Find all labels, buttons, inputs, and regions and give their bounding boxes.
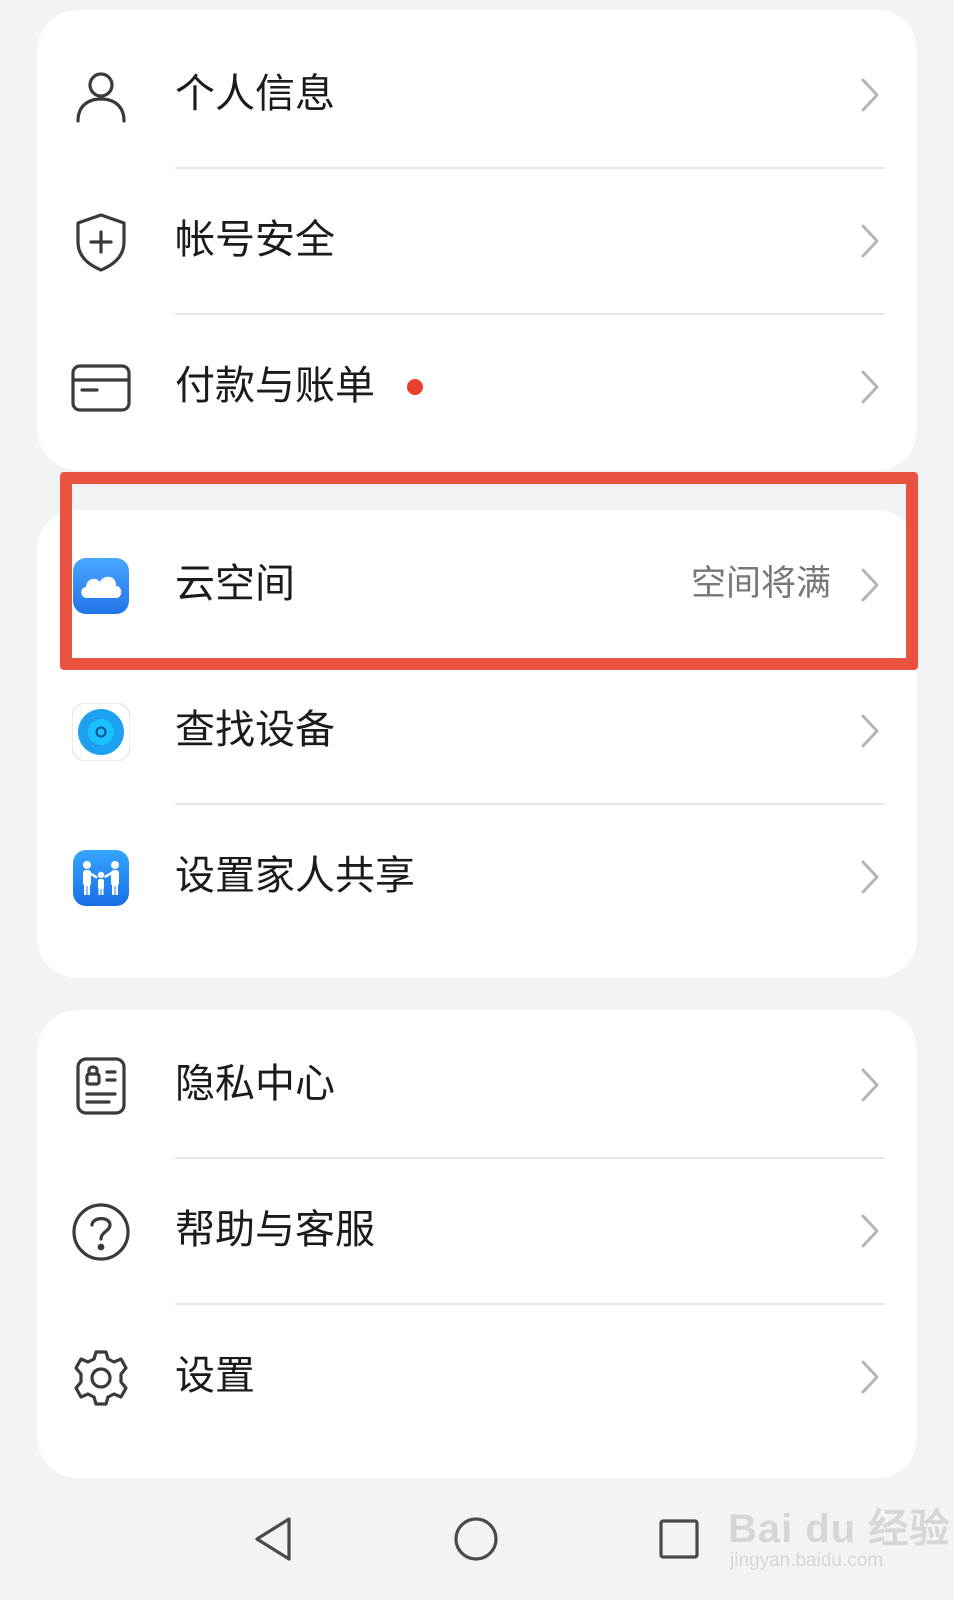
recent-apps-button[interactable] (644, 1504, 714, 1574)
cloud-services-card: 云空间 空间将满 查找设备 设置家人共享 (37, 510, 917, 978)
privacy-icon (71, 1056, 131, 1116)
menu-item-personal-info[interactable]: 个人信息 (37, 20, 917, 169)
circle-home-icon (454, 1517, 498, 1561)
family-share-app-icon (71, 848, 131, 908)
menu-item-label: 帐号安全 (175, 217, 335, 263)
menu-item-label: 云空间 (175, 561, 295, 607)
menu-item-label: 帮助与客服 (175, 1207, 375, 1253)
chevron-right-icon (861, 1360, 879, 1394)
menu-item-family-sharing[interactable]: 设置家人共享 (37, 802, 917, 951)
chevron-right-icon (861, 568, 879, 602)
menu-item-privacy-center[interactable]: 隐私中心 (37, 1010, 917, 1159)
shield-plus-icon (71, 212, 131, 272)
chevron-right-icon (861, 78, 879, 112)
chevron-right-icon (861, 224, 879, 258)
menu-item-account-security[interactable]: 帐号安全 (37, 166, 917, 315)
support-card: 隐私中心 帮助与客服 设置 (37, 1010, 917, 1478)
account-card: 个人信息 帐号安全 付款与账单 (37, 10, 917, 470)
menu-item-label: 付款与账单 (175, 363, 375, 409)
help-icon (71, 1202, 131, 1262)
chevron-right-icon (861, 370, 879, 404)
chevron-right-icon (861, 1214, 879, 1248)
gear-icon (71, 1348, 131, 1408)
chevron-right-icon (861, 714, 879, 748)
square-recent-icon (659, 1519, 699, 1559)
watermark-main-text: Bai du 经验 (728, 1507, 951, 1551)
chevron-right-icon (861, 1068, 879, 1102)
menu-item-label: 隐私中心 (175, 1061, 335, 1107)
triangle-back-icon (255, 1517, 291, 1561)
cloud-app-icon (71, 556, 131, 616)
storage-status-text: 空间将满 (690, 564, 831, 604)
menu-item-payment-billing[interactable]: 付款与账单 (37, 312, 917, 461)
menu-item-help-service[interactable]: 帮助与客服 (37, 1156, 917, 1305)
menu-item-find-device[interactable]: 查找设备 (37, 656, 917, 805)
menu-item-label: 设置 (175, 1353, 255, 1399)
menu-item-label: 设置家人共享 (175, 853, 415, 899)
menu-item-label: 个人信息 (175, 71, 335, 117)
find-device-app-icon (71, 702, 131, 762)
chevron-right-icon (861, 860, 879, 894)
menu-item-settings[interactable]: 设置 (37, 1302, 917, 1451)
menu-item-cloud-space[interactable]: 云空间 空间将满 (37, 510, 917, 659)
menu-item-label: 查找设备 (175, 707, 335, 753)
watermark-url-text: jingyan.baidu.com (730, 1550, 884, 1571)
back-button[interactable] (238, 1504, 308, 1574)
person-icon (71, 66, 131, 126)
card-icon (71, 358, 131, 418)
home-button[interactable] (441, 1504, 511, 1574)
baidu-jingyan-watermark: Bai du 经验 jingyan.baidu.com (728, 1490, 951, 1590)
notification-dot (407, 379, 423, 395)
